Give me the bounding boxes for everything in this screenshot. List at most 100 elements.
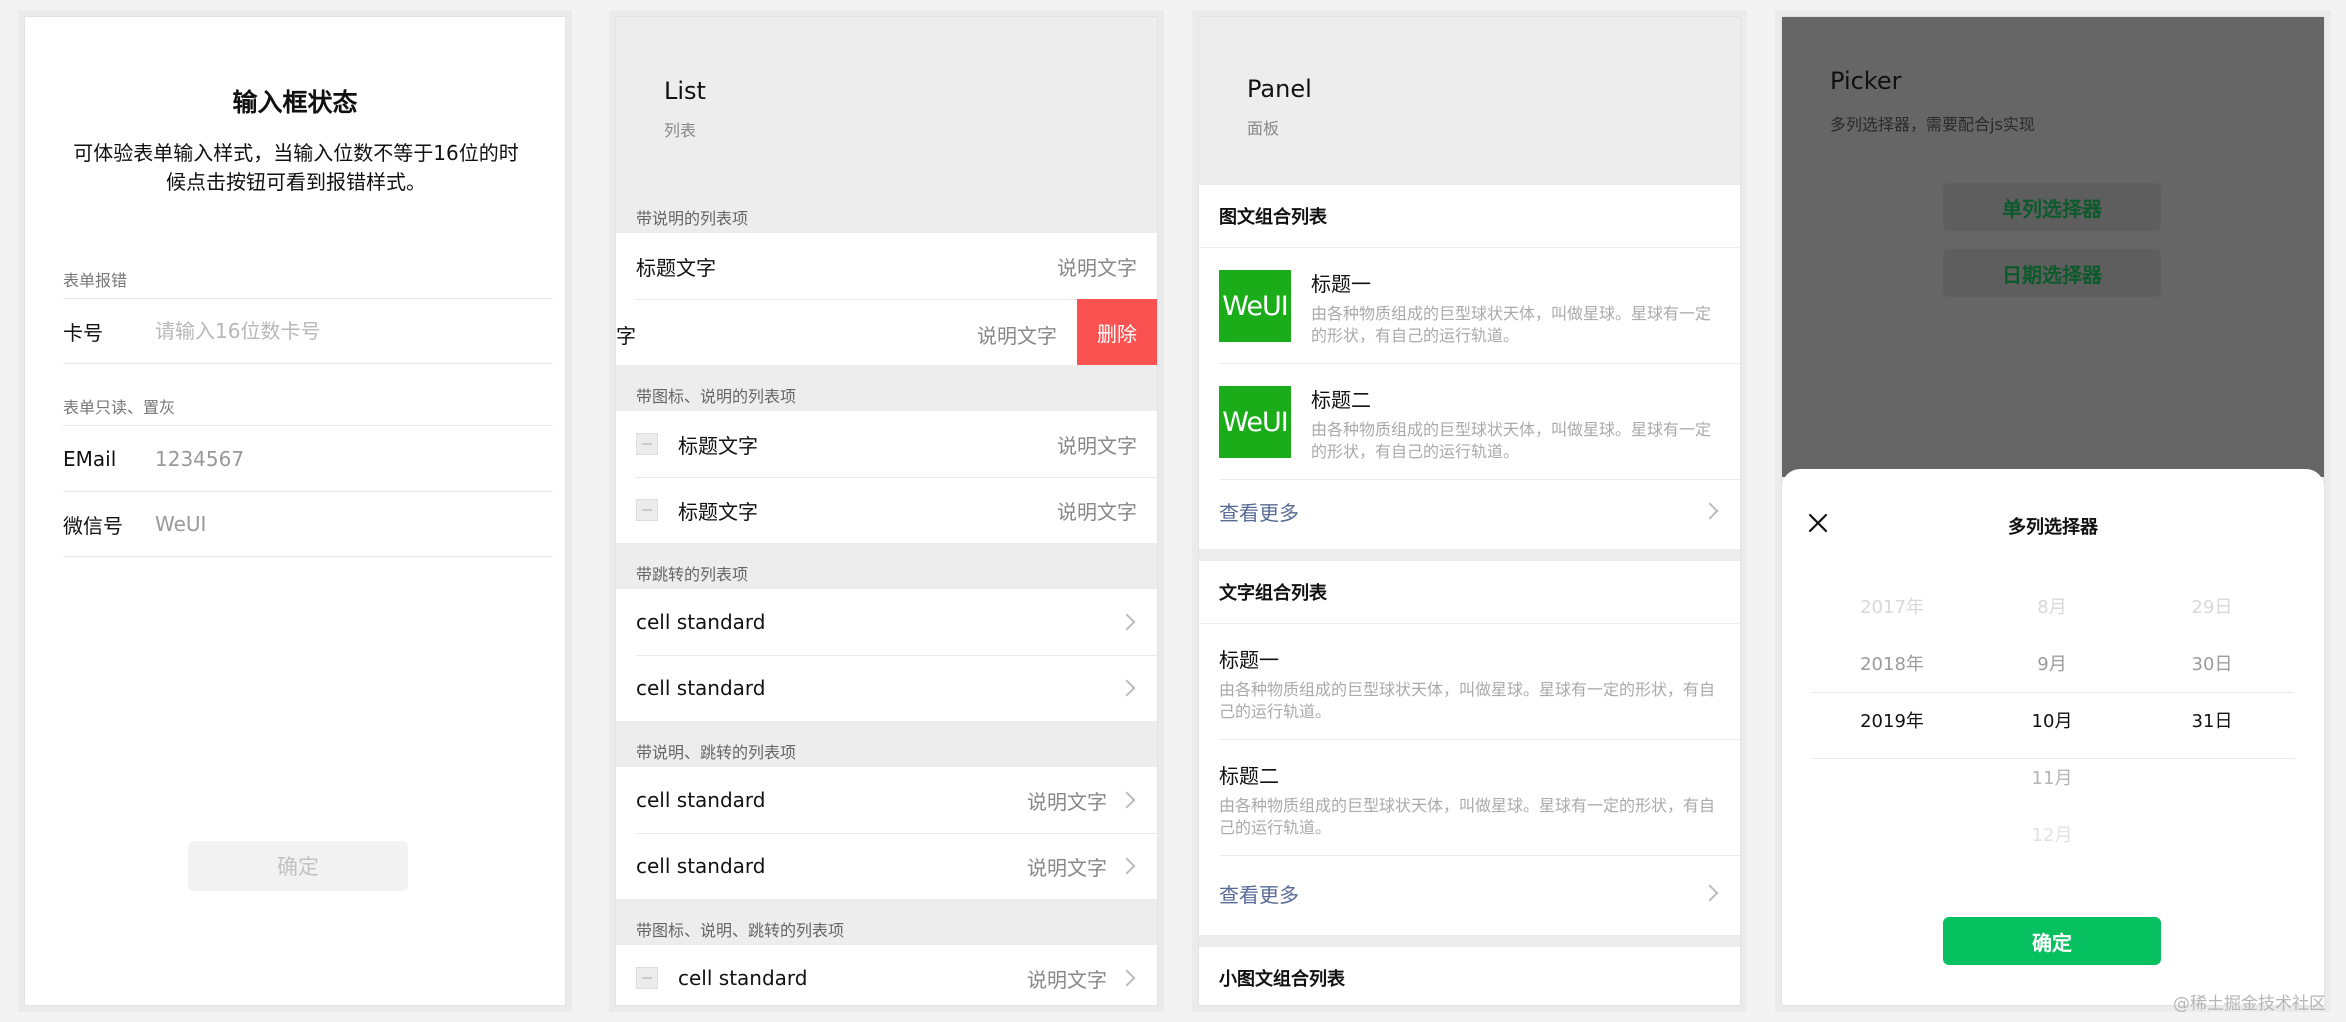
picker-option[interactable]: 29日: [2142, 579, 2282, 636]
text-item-desc: 由各种物质组成的巨型球状天体，叫做星球。星球有一定的形状，有自己的运行轨道。: [1219, 680, 1716, 721]
delete-button[interactable]: 删除: [1077, 299, 1157, 365]
email-readonly-value: 1234567: [155, 446, 245, 471]
view-more-label: 查看更多: [1219, 882, 1299, 907]
page-title: Panel: [1247, 75, 1312, 103]
list-cell[interactable]: cell standard: [616, 655, 1157, 721]
watermark: @稀土掘金技术社区: [2173, 994, 2326, 1014]
chevron-right-icon: [1118, 969, 1136, 987]
cell-desc: 说明文字: [1027, 855, 1107, 880]
cell-desc: 说明文字: [1027, 789, 1107, 814]
picker-option[interactable]: 2018年: [1822, 636, 1962, 693]
picker-title: 多列选择器: [2008, 517, 2098, 538]
media-item[interactable]: WeUI 标题一 由各种物质组成的巨型球状天体，叫做星球。星球有一定的形状，有自…: [1199, 248, 1740, 364]
text-item[interactable]: 标题二 由各种物质组成的巨型球状天体，叫做星球。星球有一定的形状，有自己的运行轨…: [1199, 740, 1740, 856]
chevron-right-icon: [1701, 884, 1719, 902]
cell-title: 标题文字: [678, 433, 758, 458]
list-cell[interactable]: 标题文字 说明文字: [616, 411, 1157, 477]
list-group-icon-desc-access: cell standard 说明文字: [616, 945, 1157, 1005]
section-title: 带图标、说明、跳转的列表项: [636, 921, 845, 940]
section-title: 带图标、说明的列表项: [636, 387, 797, 406]
list-cell[interactable]: 标题文字 说明文字: [616, 233, 1157, 299]
weui-thumbnail: WeUI: [1219, 270, 1291, 342]
list-group-icon: 标题文字 说明文字 标题文字 说明文字: [616, 411, 1157, 543]
year-column[interactable]: 2017年 2018年 2019年: [1822, 579, 1962, 750]
dimmed-page: Picker 多列选择器，需要配合js实现 单列选择器 日期选择器: [1782, 17, 2324, 477]
section-title: 带说明的列表项: [636, 209, 749, 228]
swipe-cell[interactable]: 字 说明文字 删除: [616, 299, 1157, 365]
text-item-title: 标题二: [1219, 764, 1279, 788]
list-group-desc-access: cell standard 说明文字 cell standard 说明文字: [616, 767, 1157, 899]
single-picker-button[interactable]: 单列选择器: [1943, 183, 2161, 231]
picker-option[interactable]: 12月: [1982, 807, 2122, 864]
media-item[interactable]: WeUI 标题二 由各种物质组成的巨型球状天体，叫做星球。星球有一定的形状，有自…: [1199, 364, 1740, 480]
form-screen: 输入框状态 可体验表单输入样式，当输入位数不等于16位的时候点击按钮可看到报错样…: [24, 16, 566, 1006]
media-item-title: 标题二: [1311, 388, 1371, 412]
picker-option[interactable]: 8月: [1982, 579, 2122, 636]
media-item-desc: 由各种物质组成的巨型球状天体，叫做星球。星球有一定的形状，有自己的运行轨道。: [1311, 420, 1712, 461]
section-title: 带跳转的列表项: [636, 565, 749, 584]
chevron-right-icon: [1118, 613, 1136, 631]
section-title: 带说明、跳转的列表项: [636, 743, 797, 762]
text-panel: 文字组合列表 标题一 由各种物质组成的巨型球状天体，叫做星球。星球有一定的形状，…: [1199, 561, 1740, 935]
view-more-link[interactable]: 查看更多: [1199, 863, 1740, 923]
text-item[interactable]: 标题一 由各种物质组成的巨型球状天体，叫做星球。星球有一定的形状，有自己的运行轨…: [1199, 624, 1740, 740]
page-subtitle: 面板: [1247, 119, 1280, 138]
page-title: Picker: [1830, 67, 1902, 95]
placeholder-icon: [636, 967, 658, 989]
month-column[interactable]: 8月 9月 10月 11月 12月: [1982, 579, 2122, 864]
media-item-title: 标题一: [1311, 272, 1371, 296]
panel-screen: Panel 面板 图文组合列表 WeUI 标题一 由各种物质组成的巨型球状天体，…: [1198, 16, 1741, 1006]
confirm-button[interactable]: 确定: [1943, 917, 2161, 965]
picker-option-selected[interactable]: 2019年: [1822, 693, 1962, 750]
picker-sheet: 多列选择器 2017年 2018年 2019年 8月 9月 10月 11月 12…: [1782, 469, 2324, 1005]
list-cell[interactable]: cell standard 说明文字: [616, 767, 1157, 833]
picker-option[interactable]: 2017年: [1822, 579, 1962, 636]
picker-option[interactable]: 30日: [2142, 636, 2282, 693]
list-cell[interactable]: cell standard 说明文字: [616, 833, 1157, 899]
date-picker-button[interactable]: 日期选择器: [1943, 249, 2161, 297]
page-description: 可体验表单输入样式，当输入位数不等于16位的时候点击按钮可看到报错样式。: [73, 141, 519, 194]
page-title: List: [664, 77, 706, 105]
small-media-panel: 小图文组合列表: [1199, 947, 1740, 1005]
email-label: EMail: [63, 446, 117, 471]
list-group-desc: 标题文字 说明文字 字 说明文字 删除: [616, 233, 1157, 365]
list-cell[interactable]: 标题文字 说明文字: [616, 477, 1157, 543]
chevron-right-icon: [1701, 502, 1719, 520]
cell-title: cell standard: [636, 676, 766, 700]
picker-option[interactable]: 11月: [1982, 750, 2122, 807]
picker-screen: Picker 多列选择器，需要配合js实现 单列选择器 日期选择器 多列选择器 …: [1781, 16, 2325, 1006]
wechat-disabled-value: WeUI: [155, 512, 207, 536]
text-item-desc: 由各种物质组成的巨型球状天体，叫做星球。星球有一定的形状，有自己的运行轨道。: [1219, 796, 1716, 837]
card-number-input[interactable]: [155, 319, 515, 343]
media-item-desc: 由各种物质组成的巨型球状天体，叫做星球。星球有一定的形状，有自己的运行轨道。: [1311, 304, 1712, 345]
picker-option-selected[interactable]: 31日: [2142, 693, 2282, 750]
cell-desc: 说明文字: [1057, 499, 1137, 524]
page-subtitle: 列表: [664, 121, 697, 140]
day-column[interactable]: 29日 30日 31日: [2142, 579, 2282, 750]
picker-option[interactable]: 9月: [1982, 636, 2122, 693]
cell-title: cell standard: [678, 966, 808, 990]
cell-desc: 说明文字: [1027, 967, 1107, 992]
cell-title: 标题文字: [678, 499, 758, 524]
card-number-label: 卡号: [63, 320, 103, 345]
weui-thumbnail: WeUI: [1219, 386, 1291, 458]
confirm-button-disabled[interactable]: 确定: [188, 841, 408, 891]
group-title-error: 表单报错: [63, 271, 128, 290]
cell-title: cell standard: [636, 854, 766, 878]
view-more-link[interactable]: 查看更多: [1199, 481, 1740, 541]
placeholder-icon: [636, 499, 658, 521]
cell-desc: 说明文字: [1057, 255, 1137, 280]
chevron-right-icon: [1118, 857, 1136, 875]
cell-title: 标题文字: [636, 255, 716, 280]
cell-title-fragment: 字: [616, 324, 636, 348]
wechat-label: 微信号: [63, 513, 123, 538]
list-cell[interactable]: cell standard 说明文字: [616, 945, 1157, 1005]
picker-option-selected[interactable]: 10月: [1982, 693, 2122, 750]
panel-header: 图文组合列表: [1199, 185, 1740, 248]
email-row: EMail 1234567: [63, 425, 553, 491]
group-title-readonly: 表单只读、置灰: [63, 398, 176, 417]
list-cell[interactable]: cell standard: [616, 589, 1157, 655]
cell-title: cell standard: [636, 788, 766, 812]
placeholder-icon: [636, 433, 658, 455]
card-number-row[interactable]: 卡号: [63, 298, 553, 364]
